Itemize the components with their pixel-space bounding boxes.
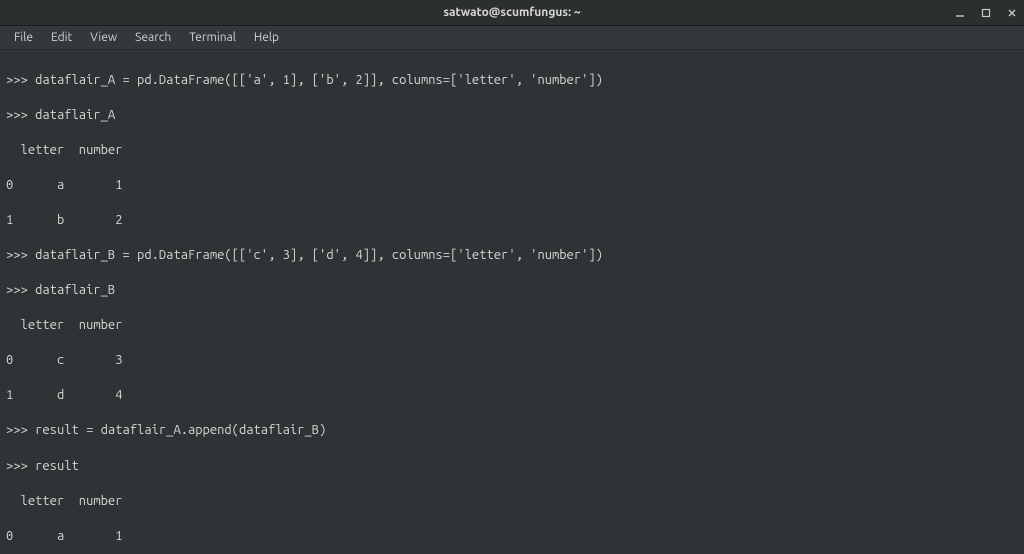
close-icon	[1007, 8, 1017, 18]
window-title: satwato@scumfungus: ~	[443, 6, 580, 19]
menu-file[interactable]: File	[6, 28, 41, 47]
terminal-line: 1 b 2	[6, 212, 1018, 230]
terminal-line: 0 c 3	[6, 352, 1018, 370]
terminal-line: >>> dataflair_A	[6, 107, 1018, 125]
menu-terminal[interactable]: Terminal	[181, 28, 244, 47]
close-button[interactable]	[1006, 7, 1018, 19]
terminal-line: >>> dataflair_A = pd.DataFrame([['a', 1]…	[6, 72, 1018, 90]
terminal-line: letter number	[6, 317, 1018, 335]
terminal-line: >>> result = dataflair_A.append(dataflai…	[6, 422, 1018, 440]
terminal-line: 0 a 1	[6, 528, 1018, 546]
maximize-icon	[981, 8, 991, 18]
terminal-line: letter number	[6, 142, 1018, 160]
menu-help[interactable]: Help	[246, 28, 287, 47]
menu-view[interactable]: View	[82, 28, 125, 47]
terminal-line: >>> dataflair_B = pd.DataFrame([['c', 3]…	[6, 247, 1018, 265]
maximize-button[interactable]	[980, 7, 992, 19]
terminal-line: >>> result	[6, 458, 1018, 476]
minimize-button[interactable]	[954, 7, 966, 19]
terminal-line: >>> dataflair_B	[6, 282, 1018, 300]
terminal-line: 1 d 4	[6, 387, 1018, 405]
menu-edit[interactable]: Edit	[43, 28, 80, 47]
window-controls	[954, 7, 1018, 19]
menubar: File Edit View Search Terminal Help	[0, 26, 1024, 50]
minimize-icon	[955, 8, 965, 18]
terminal-output[interactable]: >>> dataflair_A = pd.DataFrame([['a', 1]…	[0, 50, 1024, 554]
menu-search[interactable]: Search	[127, 28, 179, 47]
titlebar: satwato@scumfungus: ~	[0, 0, 1024, 26]
terminal-line: 0 a 1	[6, 177, 1018, 195]
terminal-line: letter number	[6, 493, 1018, 511]
terminal-window: satwato@scumfungus: ~ File Edit View Sea…	[0, 0, 1024, 554]
